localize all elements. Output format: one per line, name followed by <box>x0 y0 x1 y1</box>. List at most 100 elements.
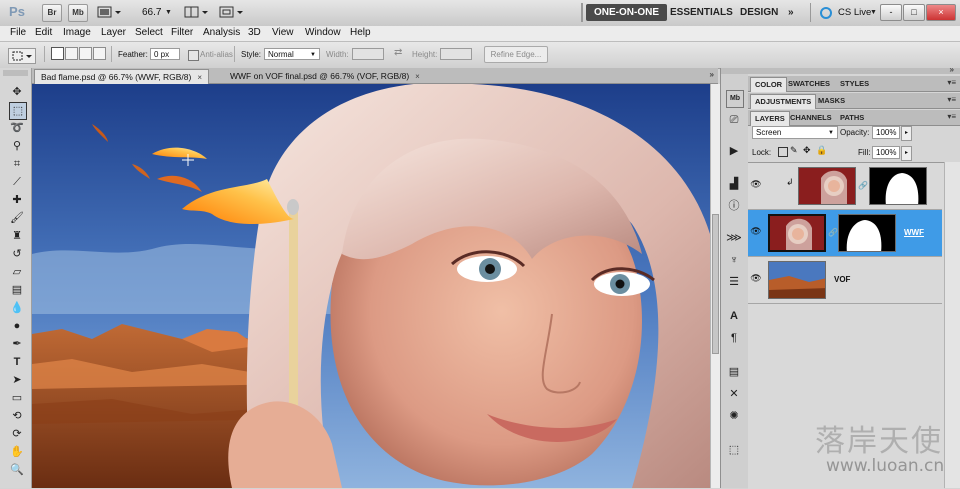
tool-presets-icon[interactable]: ☰ <box>726 274 742 290</box>
mask-link-icon[interactable]: 🔗 <box>828 228 838 237</box>
dock-header[interactable] <box>721 68 748 74</box>
brush-icon[interactable]: 🖌 <box>9 210 25 226</box>
close-tab-icon[interactable]: × <box>197 71 202 85</box>
layer-row-selected[interactable]: 👁 🔗 WWF <box>748 210 942 257</box>
tab-channels[interactable]: CHANNELS <box>786 111 836 125</box>
dodge-icon[interactable]: ● <box>9 318 25 334</box>
panel-menu-icon[interactable]: ▾≡ <box>947 78 956 87</box>
launch-minibridge-button[interactable]: Mb <box>68 4 88 22</box>
visibility-eye-icon[interactable]: 👁 <box>750 272 762 284</box>
screen-mode-button[interactable] <box>219 5 245 20</box>
menu-file[interactable]: File <box>10 27 26 38</box>
healing-icon[interactable]: ✚ <box>9 192 25 208</box>
shape-icon[interactable]: ▭ <box>9 390 25 406</box>
tab-wwf-on-vof[interactable]: WWF on VOF final.psd @ 66.7% (VOF, RGB/8… <box>224 69 426 83</box>
clone-source-icon[interactable]: ♆ <box>726 252 742 268</box>
tab-paths[interactable]: PATHS <box>836 111 868 125</box>
menu-select[interactable]: Select <box>135 27 163 38</box>
close-button[interactable]: × <box>926 4 956 21</box>
3d-rotate-icon[interactable]: ⟲ <box>9 408 25 424</box>
actions-icon[interactable]: ▶ <box>726 143 742 159</box>
zoom-icon[interactable]: 🔍 <box>9 462 25 478</box>
menu-filter[interactable]: Filter <box>171 27 193 38</box>
menu-view[interactable]: View <box>272 27 294 38</box>
visibility-eye-icon[interactable]: 👁 <box>750 178 762 190</box>
pen-icon[interactable]: ✒ <box>9 336 25 352</box>
lock-position-icon[interactable]: ✥ <box>803 145 811 156</box>
zoom-dropdown-icon[interactable]: ▼ <box>165 9 172 16</box>
workspace-essentials[interactable]: ESSENTIALS <box>662 4 741 21</box>
menu-3d[interactable]: 3D <box>248 27 261 38</box>
menu-edit[interactable]: Edit <box>35 27 52 38</box>
opacity-input[interactable]: 100% <box>872 126 900 139</box>
tab-adjustments[interactable]: ADJUSTMENTS <box>750 94 817 109</box>
scrollbar-thumb[interactable] <box>712 214 719 354</box>
minimize-button[interactable]: - <box>880 4 902 21</box>
mask-link-icon[interactable]: 🔗 <box>858 181 868 190</box>
menu-layer[interactable]: Layer <box>101 27 126 38</box>
quick-select-icon[interactable]: ⚲ <box>9 138 25 154</box>
tools-panel-header[interactable] <box>3 70 28 76</box>
crop-icon[interactable]: ⌗ <box>9 156 25 172</box>
restore-button[interactable]: □ <box>903 4 925 21</box>
info-icon[interactable]: ⓘ <box>726 198 742 214</box>
type-icon[interactable]: T <box>9 354 25 370</box>
eyedropper-icon[interactable]: ⟋ <box>9 174 25 190</box>
layer-comps-icon[interactable]: ⬚ <box>726 442 742 458</box>
layers-scrollbar[interactable] <box>944 162 960 488</box>
menu-window[interactable]: Window <box>305 27 341 38</box>
history-brush-icon[interactable]: ↺ <box>9 246 25 262</box>
blur-icon[interactable]: 💧 <box>9 300 25 316</box>
cs-live-dropdown-icon[interactable]: ▼ <box>870 9 877 16</box>
arrange-documents-button[interactable] <box>184 5 210 20</box>
collapse-dock-icon[interactable]: » <box>950 65 954 74</box>
swap-icon[interactable]: ⇄ <box>394 47 402 58</box>
fill-input[interactable]: 100% <box>872 146 900 159</box>
tool-preset-picker[interactable] <box>8 48 36 64</box>
height-input[interactable] <box>440 48 472 60</box>
3d-panel-icon[interactable]: ✕ <box>726 386 742 402</box>
tab-color[interactable]: COLOR <box>750 77 788 92</box>
intersect-selection-button[interactable] <box>93 47 106 60</box>
animation-icon[interactable]: ✺ <box>726 408 742 424</box>
move-icon[interactable]: ✥ <box>9 84 25 100</box>
refine-edge-button[interactable]: Refine Edge... <box>484 46 548 63</box>
add-to-selection-button[interactable] <box>65 47 78 60</box>
menu-help[interactable]: Help <box>350 27 371 38</box>
gradient-icon[interactable]: ▤ <box>9 282 25 298</box>
eraser-icon[interactable]: ▱ <box>9 264 25 280</box>
tab-styles[interactable]: STYLES <box>836 77 873 91</box>
cs-live-button[interactable]: CS Live <box>838 7 871 18</box>
menu-analysis[interactable]: Analysis <box>203 27 240 38</box>
feather-input[interactable]: 0 px <box>150 48 180 60</box>
notes-icon[interactable]: ▤ <box>726 364 742 380</box>
fill-slider-button[interactable]: ▸ <box>901 146 912 161</box>
layer-thumbnail[interactable] <box>768 261 826 299</box>
launch-bridge-button[interactable]: Br <box>42 4 62 22</box>
new-selection-button[interactable] <box>51 47 64 60</box>
layer-name[interactable]: WWF <box>904 228 924 237</box>
visibility-eye-icon[interactable]: 👁 <box>750 225 762 237</box>
width-input[interactable] <box>352 48 384 60</box>
panel-menu-icon[interactable]: ▾≡ <box>947 112 956 121</box>
document-canvas[interactable] <box>32 84 710 488</box>
clone-stamp-icon[interactable]: ♜ <box>9 228 25 244</box>
style-select[interactable]: Normal ▼ <box>264 48 320 60</box>
workspace-design[interactable]: DESIGN <box>732 4 786 21</box>
3d-orbit-icon[interactable]: ⟳ <box>9 426 25 442</box>
paragraph-icon[interactable]: ¶ <box>726 330 742 346</box>
workspace-one-on-one[interactable]: ONE-ON-ONE <box>586 4 667 21</box>
opacity-slider-button[interactable]: ▸ <box>901 126 912 141</box>
minibridge-icon[interactable]: Mb <box>726 90 744 108</box>
dock-header[interactable]: » <box>748 65 960 74</box>
lasso-icon[interactable]: ➰ <box>9 120 25 136</box>
history-icon[interactable]: ⎚ <box>726 112 742 128</box>
histogram-icon[interactable]: ▟ <box>726 176 742 192</box>
menu-image[interactable]: Image <box>63 27 91 38</box>
antialias-checkbox[interactable] <box>188 50 199 61</box>
tab-layers[interactable]: LAYERS <box>750 111 790 126</box>
close-tab-icon[interactable]: × <box>415 70 420 84</box>
tab-bad-flame[interactable]: Bad flame.psd @ 66.7% (WWF, RGB/8) × <box>34 69 210 85</box>
layer-row[interactable]: 👁 VOF <box>748 257 942 304</box>
character-icon[interactable]: A <box>726 308 742 324</box>
